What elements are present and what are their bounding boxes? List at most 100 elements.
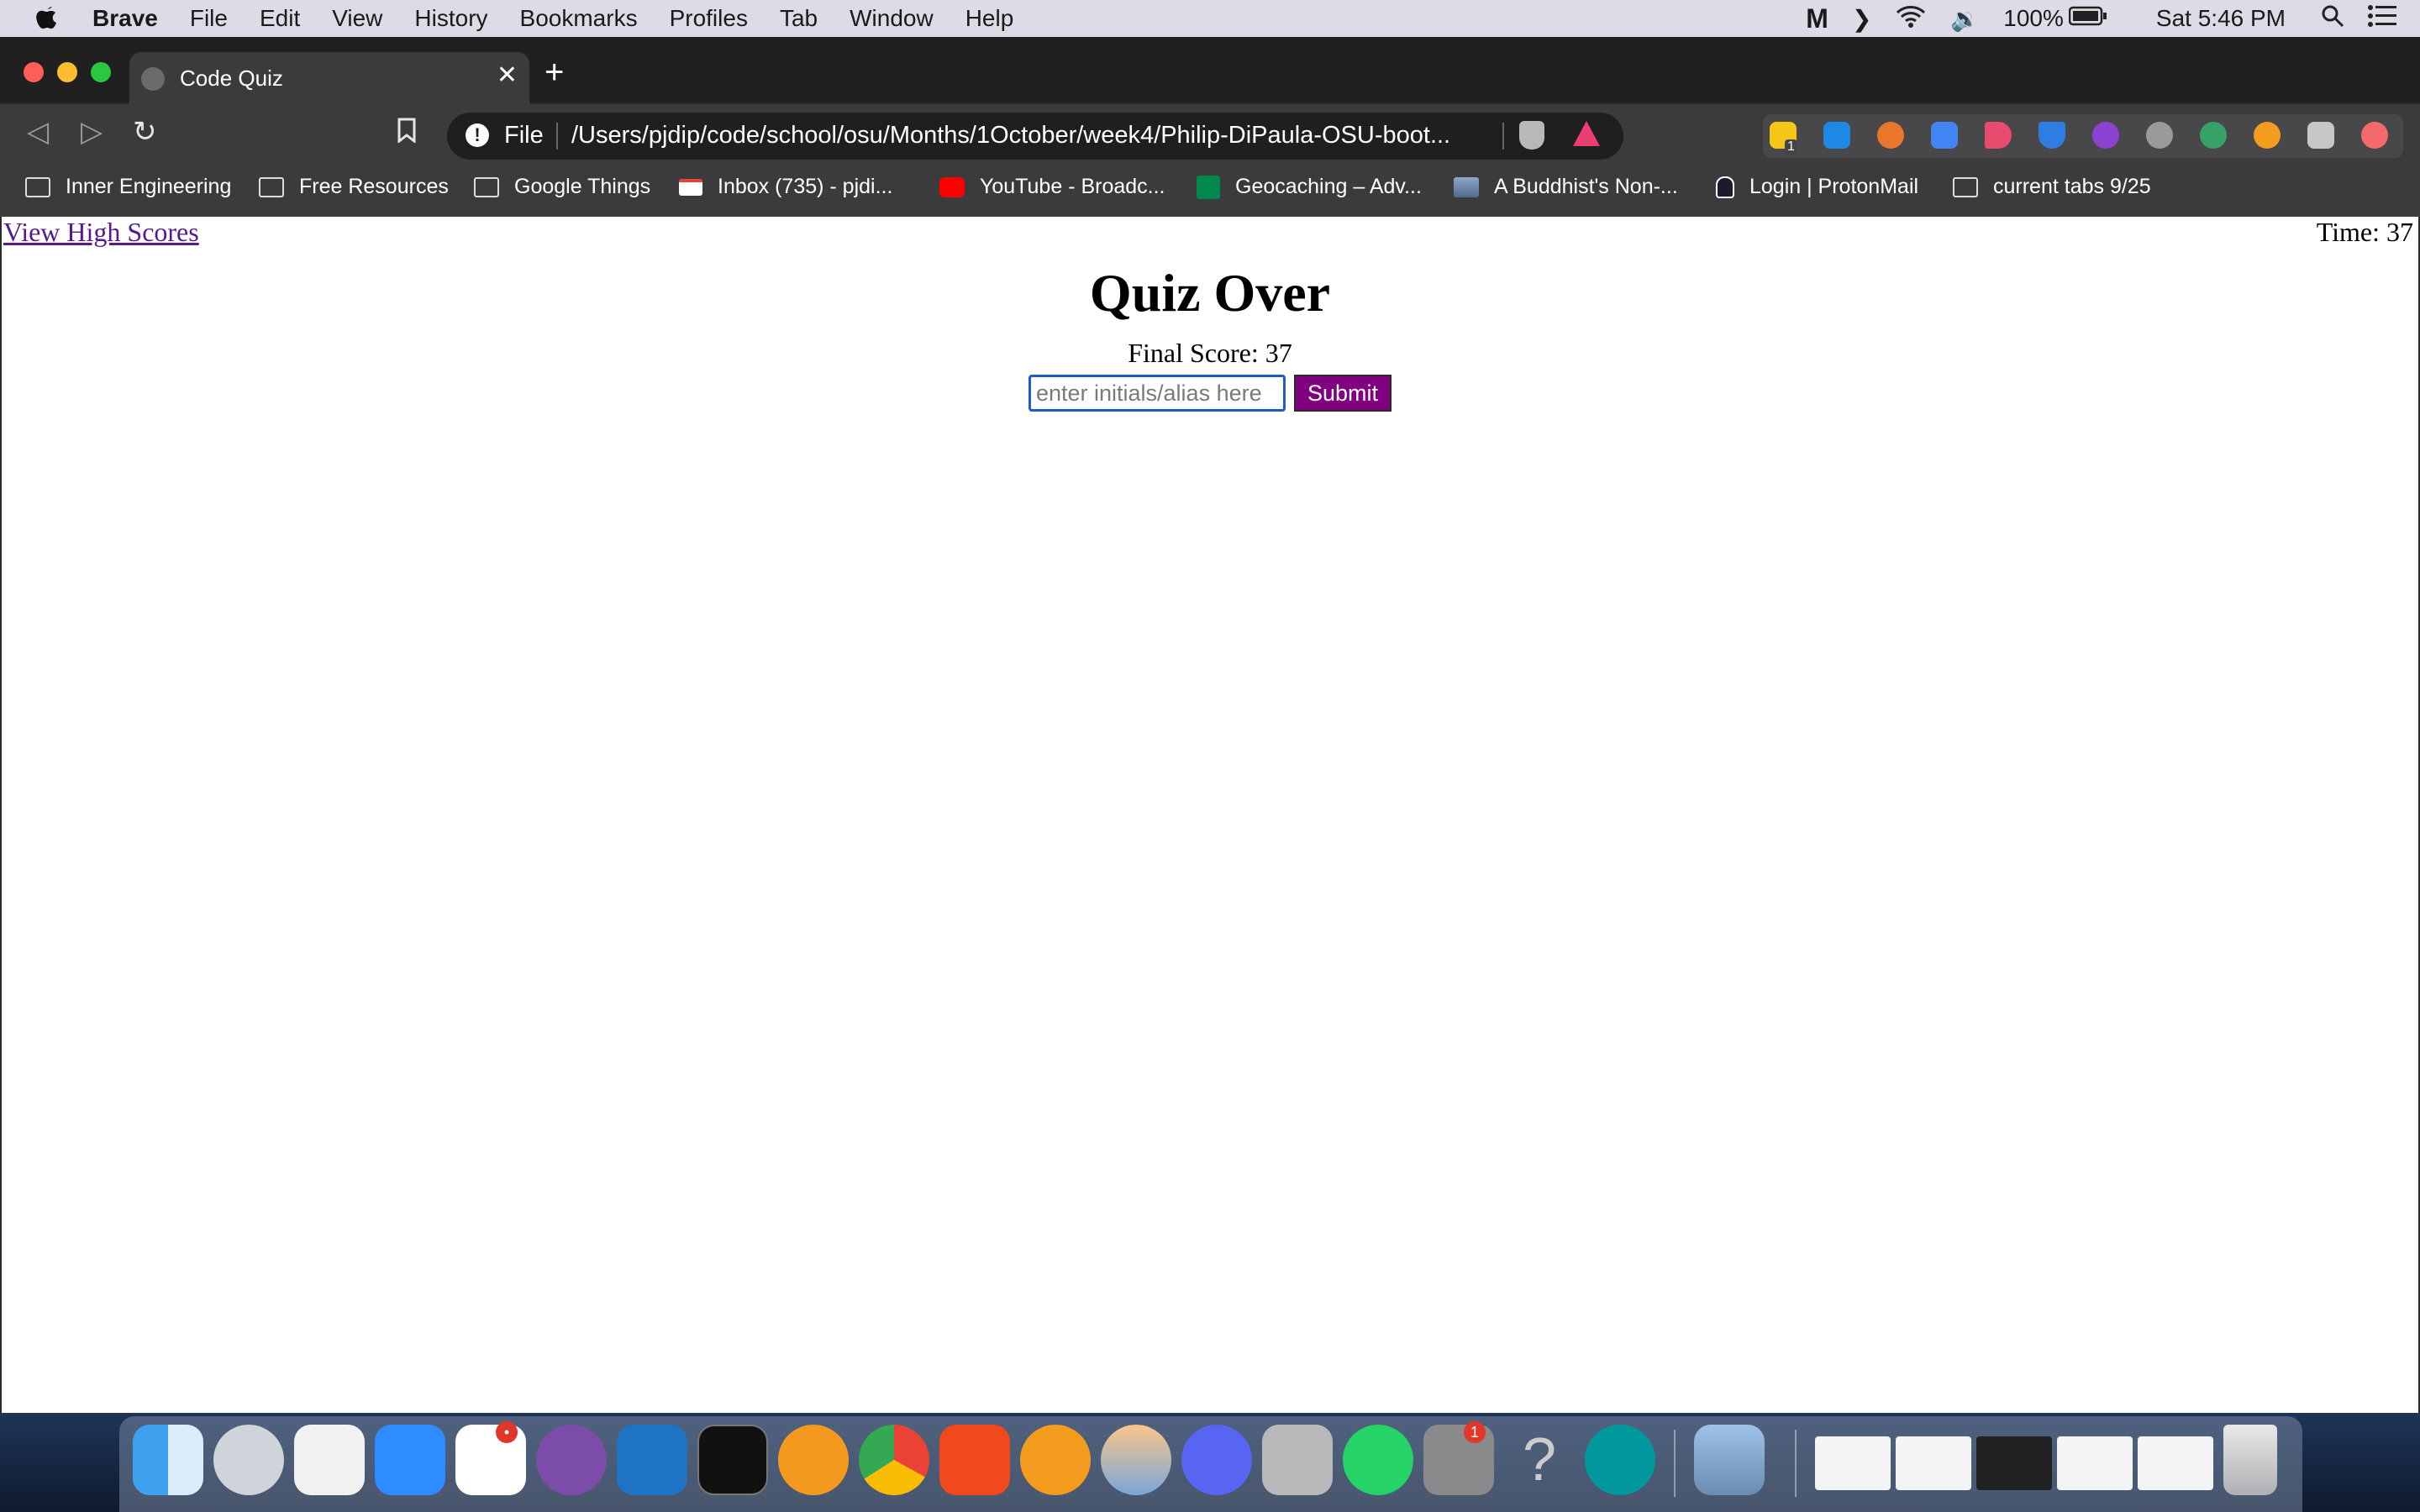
macos-menubar: Brave File Edit View History Bookmarks P… [0, 0, 2420, 37]
close-tab-icon[interactable]: ✕ [497, 60, 518, 90]
url-divider [556, 123, 558, 150]
submit-button[interactable]: Submit [1293, 375, 1392, 412]
menubar-app-name[interactable]: Brave [92, 5, 158, 32]
menu-profiles[interactable]: Profiles [670, 5, 748, 32]
question-mark-icon[interactable]: ? [1504, 1425, 1575, 1495]
bookmark-label: Free Resources [299, 175, 449, 198]
wifi-icon[interactable] [1895, 4, 1927, 34]
textedit-icon[interactable] [294, 1425, 365, 1495]
calculator-icon[interactable] [1262, 1425, 1333, 1495]
profile-avatar-icon[interactable] [2361, 122, 2388, 149]
launchpad-icon[interactable] [213, 1425, 284, 1495]
bookmark-current-tabs[interactable]: current tabs 9/25 [1953, 175, 2151, 199]
minimize-window-button[interactable] [57, 62, 77, 82]
google-translate-extension-icon[interactable] [1931, 122, 1958, 149]
green-extension-icon[interactable] [2200, 122, 2227, 149]
initials-input[interactable] [1028, 375, 1286, 412]
address-bar[interactable]: ! File /Users/pjdip/code/school/osu/Mont… [447, 113, 1623, 160]
minimized-window-thumbnail[interactable] [2138, 1436, 2213, 1490]
menu-history[interactable]: History [414, 5, 487, 32]
minimized-window-thumbnail[interactable] [1896, 1436, 1971, 1490]
bookmark-protonmail[interactable]: Login | ProtonMail [1716, 175, 1918, 199]
battery-percent[interactable]: 100% [2003, 5, 2064, 32]
final-score-text: Final Score: 37 [1128, 338, 1292, 368]
bookmark-label: Google Things [514, 175, 651, 198]
terminal-icon[interactable] [697, 1425, 768, 1495]
bookmark-icon[interactable] [397, 118, 417, 148]
minimized-window-thumbnail[interactable] [2057, 1436, 2133, 1490]
chrome-icon[interactable] [859, 1425, 929, 1495]
bookmark-gmail-inbox[interactable]: Inbox (735) - pjdi... [679, 175, 892, 199]
folder-icon [474, 176, 499, 197]
menu-edit[interactable]: Edit [260, 5, 300, 32]
close-window-button[interactable] [24, 62, 44, 82]
menubar-clock[interactable]: Sat 5:46 PM [2156, 5, 2286, 32]
menu-window[interactable]: Window [850, 5, 934, 32]
arduino-icon[interactable] [1585, 1425, 1655, 1495]
malwarebytes-icon[interactable]: M [1806, 3, 1828, 34]
plex-icon[interactable] [778, 1425, 849, 1495]
reload-icon[interactable]: ↻ [133, 118, 157, 146]
github-desktop-icon[interactable] [536, 1425, 607, 1495]
vscode-icon[interactable] [617, 1425, 687, 1495]
bookmark-google-things[interactable]: Google Things [474, 175, 650, 199]
trash-icon[interactable] [2223, 1425, 2277, 1495]
info-icon[interactable]: ! [466, 123, 489, 147]
paypal-extension-icon[interactable] [1823, 122, 1850, 149]
night-shift-icon[interactable]: ❯ [1852, 5, 1871, 33]
notification-center-icon[interactable] [2368, 4, 2396, 33]
orange-extension-icon[interactable] [2254, 122, 2281, 149]
menu-bookmarks[interactable]: Bookmarks [520, 5, 638, 32]
brave-shields-icon[interactable] [1519, 121, 1544, 150]
weather-icon[interactable] [1101, 1425, 1171, 1495]
zoom-window-button[interactable] [91, 62, 111, 82]
battery-icon[interactable] [2068, 5, 2107, 32]
menu-tab[interactable]: Tab [780, 5, 818, 32]
volume-icon[interactable]: 🔉 [1950, 5, 1980, 33]
youtube-icon [939, 176, 965, 197]
bookmark-inner-engineering[interactable]: Inner Engineering [25, 175, 231, 199]
bookmark-label: Inbox (735) - pjdi... [718, 175, 893, 198]
tab-code-quiz[interactable]: Code Quiz ✕ [129, 52, 529, 104]
brave-rewards-icon[interactable] [1573, 121, 1600, 146]
folder-icon [25, 176, 50, 197]
menu-file[interactable]: File [190, 5, 228, 32]
timer-display: Time: 37 [2316, 217, 2413, 247]
menu-help[interactable]: Help [965, 5, 1014, 32]
bookmark-label: current tabs 9/25 [1993, 175, 2151, 198]
bookmark-geocaching[interactable]: Geocaching – Adv... [1197, 175, 1422, 199]
brave-wallet-icon[interactable] [1020, 1425, 1091, 1495]
bookmark-youtube[interactable]: YouTube - Broadc... [939, 175, 1165, 199]
whatsapp-icon[interactable] [1343, 1425, 1413, 1495]
apple-menu-icon[interactable] [34, 3, 60, 34]
extensions-toolbar: 1 [1763, 114, 2403, 158]
menu-view[interactable]: View [332, 5, 382, 32]
globe-icon [141, 67, 165, 91]
bookmark-buddhist[interactable]: A Buddhist's Non-... [1454, 175, 1678, 199]
zoom-app-icon[interactable] [375, 1425, 445, 1495]
preview-icon[interactable] [1694, 1425, 1765, 1495]
recorder-extension-icon[interactable] [1985, 122, 2012, 149]
protonmail-icon [1716, 176, 1734, 198]
view-high-scores-link[interactable]: View High Scores [3, 217, 199, 248]
tab-strip: Code Quiz ✕ + [0, 37, 2420, 104]
bookmark-free-resources[interactable]: Free Resources [259, 175, 449, 199]
spotlight-search-icon[interactable] [2321, 4, 2344, 34]
discord-icon[interactable] [1181, 1425, 1252, 1495]
minimized-window-thumbnail[interactable] [1815, 1436, 1891, 1490]
minimized-window-thumbnail[interactable] [1976, 1436, 2052, 1490]
forward-arrow-icon[interactable]: ▷ [81, 118, 103, 146]
metamask-extension-icon[interactable] [1877, 122, 1904, 149]
browser-toolbar: ◁ ▷ ↻ ! File /Users/pjdip/code/school/os… [0, 104, 2420, 165]
finder-icon[interactable] [133, 1425, 203, 1495]
puzzle-extensions-icon[interactable] [2307, 122, 2334, 149]
bookmark-label: Inner Engineering [66, 175, 232, 198]
bookmark-label: Login | ProtonMail [1749, 175, 1919, 198]
back-arrow-icon[interactable]: ◁ [27, 118, 49, 146]
brave-icon[interactable] [939, 1425, 1010, 1495]
diamond-extension-icon[interactable] [2039, 122, 2065, 149]
gear-extension-icon[interactable] [2146, 122, 2173, 149]
new-tab-icon[interactable]: + [544, 55, 564, 89]
github-extension-icon[interactable] [2092, 122, 2119, 149]
url-text[interactable]: /Users/pjdip/code/school/osu/Months/1Oct… [571, 122, 1450, 150]
